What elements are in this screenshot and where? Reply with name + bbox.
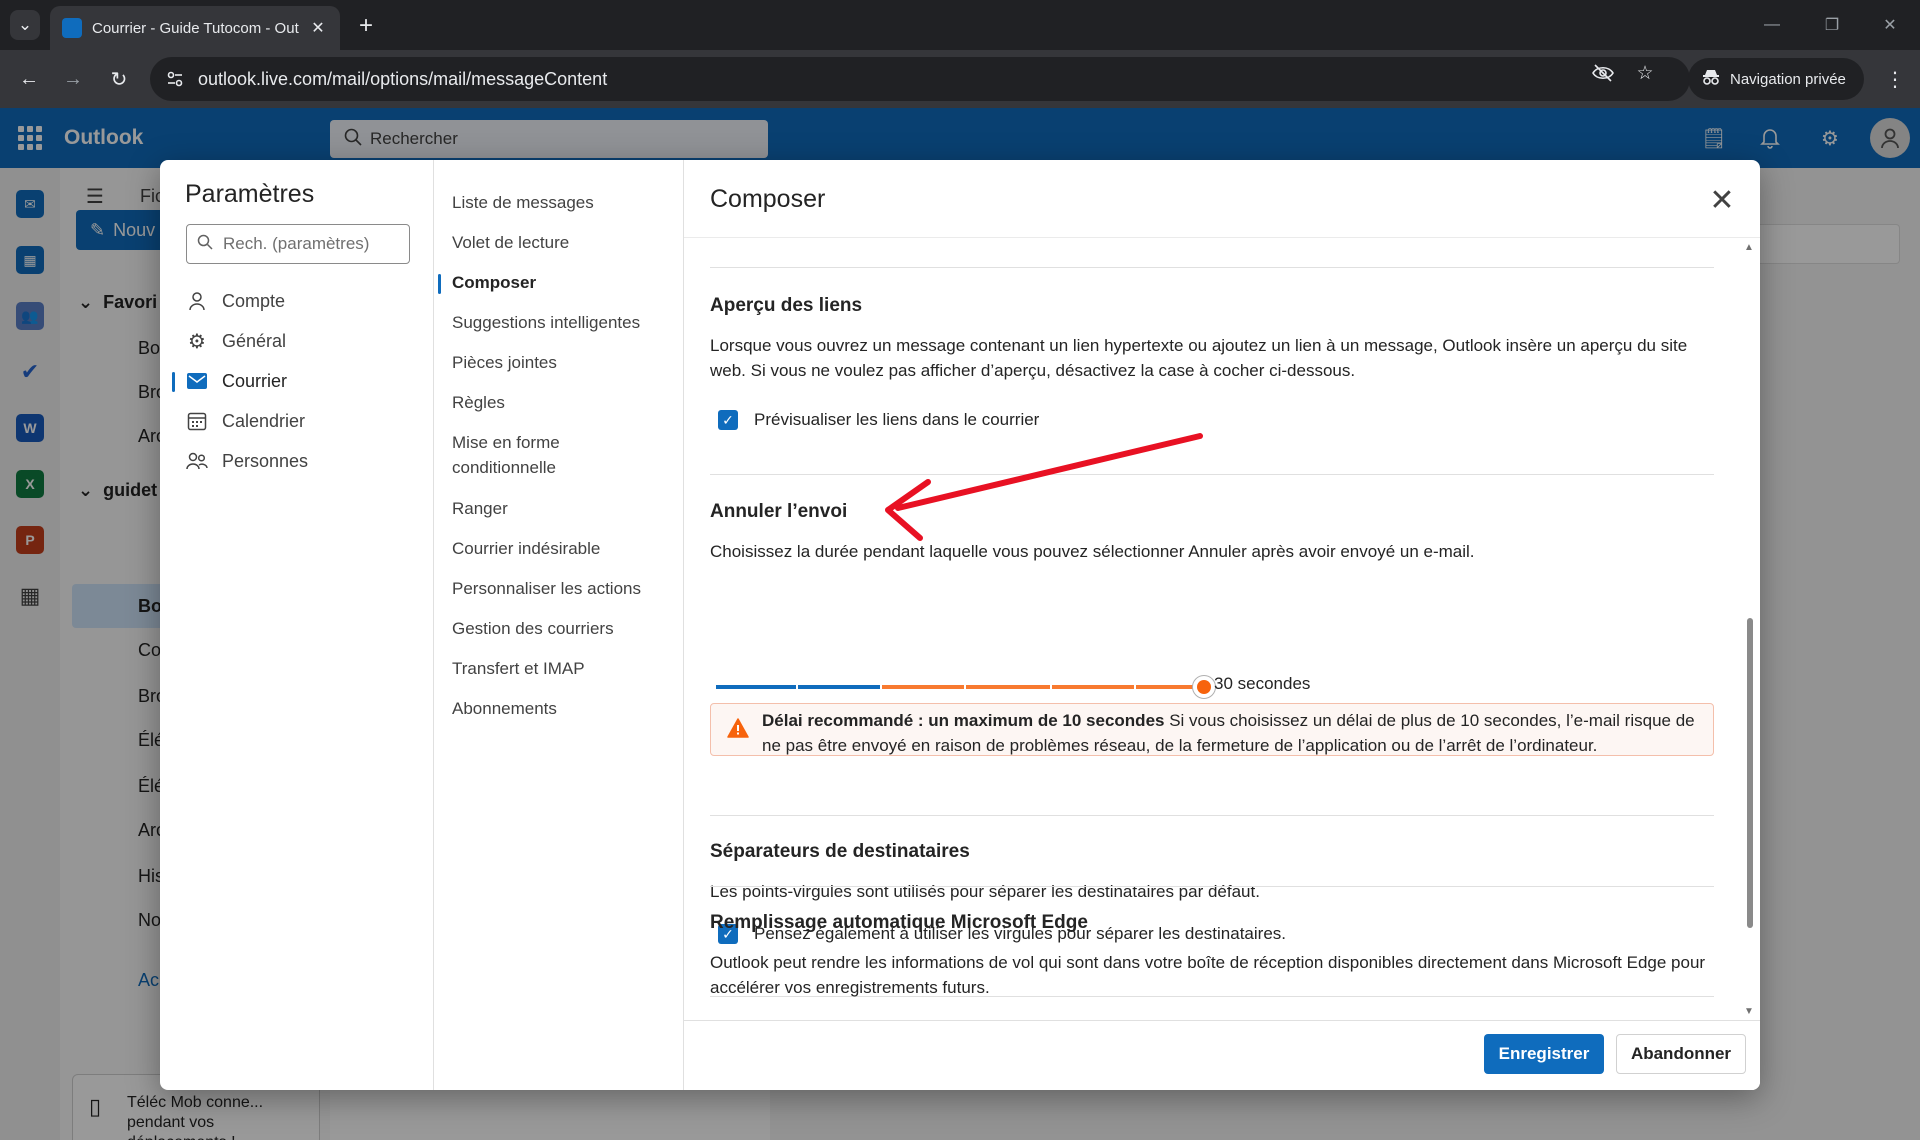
restore-icon[interactable]: ❐ <box>1812 10 1852 40</box>
category-label: Personnes <box>222 450 309 471</box>
tracking-prevention-icon[interactable] <box>1590 60 1616 86</box>
footer-divider <box>684 1020 1760 1021</box>
site-info-icon[interactable] <box>164 68 186 90</box>
tab-close-icon[interactable]: ✕ <box>308 18 328 38</box>
forward-icon[interactable]: → <box>58 64 88 94</box>
subcat-compose[interactable]: Composer <box>452 270 672 295</box>
search-icon <box>197 234 213 255</box>
settings-title: Paramètres <box>185 180 315 208</box>
address-bar[interactable]: outlook.live.com/mail/options/mail/messa… <box>150 57 1690 101</box>
section-divider <box>710 886 1714 887</box>
subcat-forwarding-imap[interactable]: Transfert et IMAP <box>452 656 672 681</box>
subcat-attachments[interactable]: Pièces jointes <box>452 350 672 375</box>
outlook-favicon-icon <box>62 18 82 38</box>
category-mail[interactable]: Courrier <box>186 364 426 398</box>
subcat-message-list[interactable]: Liste de messages <box>452 190 672 215</box>
back-icon[interactable]: ← <box>14 64 44 94</box>
url-text: outlook.live.com/mail/options/mail/messa… <box>198 68 608 89</box>
dialog-footer: Enregistrer Abandonner <box>684 1020 1760 1090</box>
incognito-icon <box>1702 69 1720 89</box>
category-calendar[interactable]: Calendrier <box>186 404 426 438</box>
scrollbar-thumb[interactable] <box>1747 618 1753 928</box>
mail-subcategories: Liste de messages Volet de lecture Compo… <box>434 160 684 1090</box>
browser-tabbar: ⌄ Courrier - Guide Tutocom - Out ✕ + — ❐… <box>0 0 1920 50</box>
category-label: Général <box>222 330 287 351</box>
settings-search-input[interactable] <box>223 234 393 254</box>
category-label: Calendrier <box>222 410 306 431</box>
calendar-icon <box>186 410 208 432</box>
browser-tab[interactable]: Courrier - Guide Tutocom - Out ✕ <box>50 6 340 50</box>
category-account[interactable]: Compte <box>186 284 426 318</box>
tab-search-icon[interactable]: ⌄ <box>10 10 40 40</box>
tab-title: Courrier - Guide Tutocom - Out <box>92 19 299 37</box>
subcat-subscriptions[interactable]: Abonnements <box>452 696 672 721</box>
category-label: Courrier <box>222 370 288 391</box>
discard-button[interactable]: Abandonner <box>1616 1034 1746 1074</box>
category-general[interactable]: ⚙ Général <box>186 324 426 358</box>
browser-menu-icon[interactable]: ⋮ <box>1880 64 1910 94</box>
edge-autofill-description: Outlook peut rendre les informations de … <box>710 953 1706 997</box>
active-subcategory-indicator <box>438 274 441 294</box>
people-icon <box>186 450 208 472</box>
bookmark-star-icon[interactable]: ☆ <box>1632 60 1658 86</box>
edge-autofill-section: Remplissage automatique Microsoft Edge O… <box>684 886 1740 1020</box>
minimize-icon[interactable]: — <box>1752 10 1792 40</box>
subcat-sweep[interactable]: Ranger <box>452 496 672 521</box>
private-label: Navigation privée <box>1730 70 1846 88</box>
scroll-down-icon[interactable]: ▼ <box>1744 1006 1754 1017</box>
window-close-icon[interactable]: ✕ <box>1870 10 1910 40</box>
scroll-up-icon[interactable]: ▲ <box>1744 242 1754 253</box>
subcat-customize-actions[interactable]: Personnaliser les actions <box>452 576 672 601</box>
edge-autofill-heading: Remplissage automatique Microsoft Edge <box>710 912 1088 933</box>
person-icon <box>186 290 208 312</box>
subcat-rules[interactable]: Règles <box>452 390 672 415</box>
active-category-indicator <box>172 372 175 392</box>
save-button[interactable]: Enregistrer <box>1484 1034 1604 1074</box>
new-tab-icon[interactable]: + <box>352 12 380 40</box>
gear-icon: ⚙ <box>188 330 206 353</box>
browser-toolbar: ← → ↻ outlook.live.com/mail/options/mail… <box>0 50 1920 108</box>
settings-categories: Paramètres Compte ⚙ Général Courrier <box>160 160 434 1090</box>
category-people[interactable]: Personnes <box>186 444 426 478</box>
subcat-conditional-formatting[interactable]: Mise en forme conditionnelle <box>452 430 582 480</box>
subcat-smart-suggestions[interactable]: Suggestions intelligentes <box>452 310 672 335</box>
subcat-mail-handling[interactable]: Gestion des courriers <box>452 616 672 641</box>
settings-search-field[interactable] <box>186 224 410 264</box>
subcat-junk-email[interactable]: Courrier indésirable <box>452 536 672 561</box>
category-label: Compte <box>222 290 286 311</box>
reload-icon[interactable]: ↻ <box>104 64 134 94</box>
mail-icon <box>186 370 208 392</box>
private-browsing-badge[interactable]: Navigation privée <box>1688 58 1864 100</box>
subcat-reading-pane[interactable]: Volet de lecture <box>452 230 672 255</box>
